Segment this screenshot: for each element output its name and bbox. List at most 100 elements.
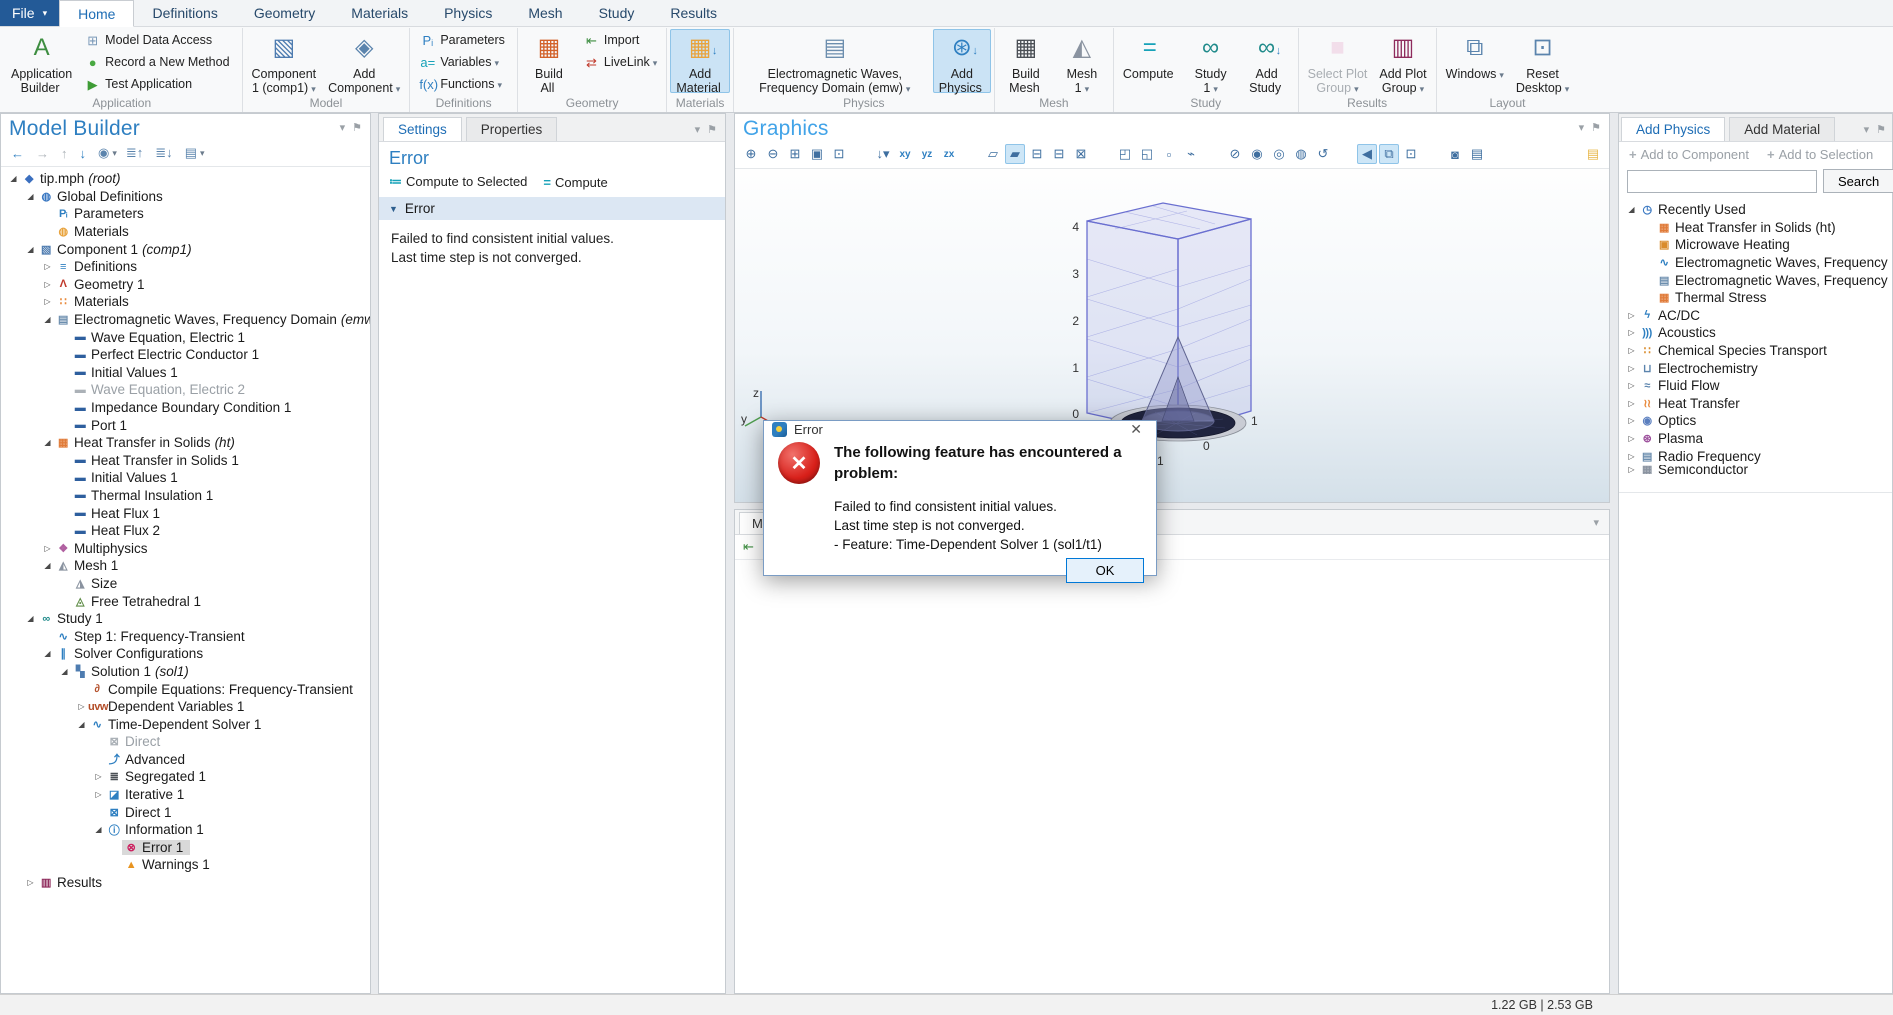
graphics-toolbar-icon[interactable] (1203, 144, 1223, 164)
physics-tree-item[interactable]: ◢ ◷Recently Used (1619, 201, 1892, 219)
pin-icon[interactable]: ⚑ (707, 123, 717, 141)
ribbon-tab[interactable]: Geometry (236, 0, 333, 26)
tree-expander[interactable]: ◢ (75, 720, 88, 729)
tree-item[interactable]: ▬Impedance Boundary Condition 1 (1, 399, 370, 417)
tree-item[interactable]: ◢ ◍Global Definitions (1, 188, 370, 206)
graphics-toolbar-icon[interactable]: ◍ (1291, 144, 1311, 164)
graphics-toolbar-icon[interactable]: ◱ (1137, 144, 1157, 164)
tree-expander[interactable]: ▷ (1625, 346, 1638, 355)
physics-search-input[interactable] (1627, 170, 1817, 193)
tree-item[interactable]: ◢ ▦Heat Transfer in Solids(ht) (1, 434, 370, 452)
ribbon-button[interactable]: ▦ Build Mesh (998, 29, 1054, 93)
tree-item[interactable]: ◬Free Tetrahedral 1 (1, 592, 370, 610)
ribbon-button[interactable]: Pᵢ Parameters (413, 29, 514, 51)
ribbon-button[interactable]: ▤ Electromagnetic Waves, Frequency Domai… (737, 29, 933, 93)
ribbon-button[interactable]: ⊛↓ Add Physics (933, 29, 991, 93)
graphics-toolbar-icon[interactable]: zx (939, 144, 959, 164)
graphics-toolbar-icon[interactable]: ⊠ (1071, 144, 1091, 164)
physics-tree-item[interactable]: ▷ ⊔Electrochemistry (1619, 359, 1892, 377)
ribbon-button[interactable]: ⇤ Import (577, 29, 663, 51)
tree-expander[interactable]: ▷ (1625, 434, 1638, 443)
physics-tree-item[interactable]: ▷ ⊛Plasma (1619, 430, 1892, 448)
tree-item[interactable]: ▬Heat Flux 2 (1, 522, 370, 540)
messages-toolbar-icon[interactable]: ⇤ (743, 539, 754, 555)
chevron-down-icon[interactable]: ▾ (1864, 123, 1870, 141)
tab-settings[interactable]: Settings (383, 117, 462, 141)
tree-expander[interactable]: ▷ (1625, 416, 1638, 425)
tree-expander[interactable]: ▷ (41, 544, 54, 553)
ribbon-tab[interactable]: Results (652, 0, 735, 26)
physics-tree-item[interactable]: ▷ ∷Chemical Species Transport (1619, 342, 1892, 360)
tree-item[interactable]: ▷ ◪Iterative 1 (1, 786, 370, 804)
tree-expander[interactable]: ▷ (1625, 465, 1638, 474)
ribbon-button[interactable]: ⊞ Model Data Access (78, 29, 238, 51)
chevron-down-icon[interactable]: ▾ (695, 123, 701, 141)
ribbon-button[interactable]: ● Record a New Method (78, 51, 238, 73)
graphics-toolbar-icon[interactable]: ◉ (1247, 144, 1267, 164)
tree-expander[interactable]: ◢ (41, 649, 54, 658)
physics-tree-item[interactable]: ▦Heat Transfer in Solids (ht) (1619, 219, 1892, 237)
tree-expander[interactable]: ▷ (1625, 311, 1638, 320)
tree-expander[interactable]: ▷ (1625, 399, 1638, 408)
tree-item[interactable]: ▷ uvwDependent Variables 1 (1, 698, 370, 716)
tree-item[interactable]: ◢ ◆tip.mph(root) (1, 170, 370, 188)
file-menu-button[interactable]: File ▾ (0, 0, 59, 26)
tree-item[interactable]: ▷ ❖Multiphysics (1, 539, 370, 557)
tree-expander[interactable]: ◢ (41, 315, 54, 324)
graphics-toolbar-icon[interactable]: ⧉ (1379, 144, 1399, 164)
model-builder-toolbar-icon[interactable]: ▤▾ (185, 145, 205, 161)
physics-tree-item[interactable]: ▷ ≀≀Heat Transfer (1619, 395, 1892, 413)
tree-item[interactable]: ⤴Advanced (1, 751, 370, 769)
pin-icon[interactable]: ⚑ (1591, 121, 1601, 134)
model-builder-toolbar-icon[interactable]: ← (11, 146, 27, 161)
tree-expander[interactable]: ◢ (58, 667, 71, 676)
settings-toolbar-button[interactable]: ≔Compute to Selected (389, 174, 527, 190)
tree-expander[interactable]: ◢ (41, 561, 54, 570)
tree-expander[interactable]: ◢ (92, 825, 105, 834)
tree-expander[interactable]: ▷ (1625, 452, 1638, 461)
tree-item[interactable]: ▲Warnings 1 (1, 856, 370, 874)
tab-properties[interactable]: Properties (466, 117, 558, 141)
add-to-selection-button[interactable]: +Add to Selection (1767, 147, 1873, 162)
graphics-context-icon[interactable]: ▤ (1583, 144, 1603, 164)
pin-icon[interactable]: ⚑ (1876, 123, 1886, 141)
ribbon-button[interactable]: ⊡ Reset Desktop▾ (1510, 29, 1575, 93)
model-builder-toolbar-icon[interactable]: ↓ (80, 146, 90, 161)
tree-item[interactable]: ◢ ◭Mesh 1 (1, 557, 370, 575)
tree-item[interactable]: ▬Port 1 (1, 416, 370, 434)
ribbon-button[interactable]: ▧ Component 1 (comp1)▾ (246, 29, 323, 93)
tree-item[interactable]: ◢ ▧Component 1(comp1) (1, 240, 370, 258)
tree-item[interactable]: ▬Initial Values 1 (1, 469, 370, 487)
ribbon-tab[interactable]: Home (59, 0, 134, 27)
tree-item[interactable]: ▬Wave Equation, Electric 1 (1, 328, 370, 346)
chevron-down-icon[interactable]: ▾ (1579, 121, 1585, 134)
physics-tree-item[interactable]: ▷ ▦Semiconductor (1619, 465, 1892, 474)
error-section-header[interactable]: ▼ Error (379, 197, 725, 220)
ribbon-button[interactable]: ▦↓ Add Material (670, 29, 729, 93)
ribbon-button[interactable]: ◭ Mesh 1▾ (1054, 29, 1110, 93)
tree-item[interactable]: ◢ ∿Time-Dependent Solver 1 (1, 715, 370, 733)
tree-item[interactable]: ▬Heat Transfer in Solids 1 (1, 452, 370, 470)
tree-item[interactable]: ◢ ∥Solver Configurations (1, 645, 370, 663)
model-builder-toolbar-icon[interactable]: ≣↓ (155, 145, 175, 161)
graphics-toolbar-icon[interactable]: ⊟ (1027, 144, 1047, 164)
graphics-toolbar-icon[interactable]: ▱ (983, 144, 1003, 164)
tree-expander[interactable]: ▷ (41, 297, 54, 306)
graphics-toolbar-icon[interactable] (961, 144, 981, 164)
model-builder-toolbar-icon[interactable]: → (36, 146, 52, 161)
tree-item[interactable]: ▷ ∷Materials (1, 293, 370, 311)
tree-item[interactable]: ▷ ▥Results (1, 874, 370, 892)
tree-item[interactable]: ▷ ≣Segregated 1 (1, 768, 370, 786)
tree-item[interactable]: ⊗Error 1 (1, 839, 370, 857)
search-button[interactable]: Search (1823, 169, 1893, 193)
ribbon-button[interactable]: ◈ Add Component▾ (322, 29, 406, 93)
graphics-toolbar-icon[interactable] (1093, 144, 1113, 164)
tree-expander[interactable]: ▷ (1625, 381, 1638, 390)
ribbon-button[interactable]: ■ Select Plot Group▾ (1302, 29, 1374, 93)
graphics-toolbar-icon[interactable]: xy (895, 144, 915, 164)
tree-item[interactable]: ▬Perfect Electric Conductor 1 (1, 346, 370, 364)
tree-expander[interactable]: ▷ (24, 878, 37, 887)
graphics-toolbar-icon[interactable]: ◙ (1445, 144, 1465, 164)
ribbon-tab[interactable]: Physics (426, 0, 510, 26)
tree-expander[interactable]: ▷ (1625, 328, 1638, 337)
